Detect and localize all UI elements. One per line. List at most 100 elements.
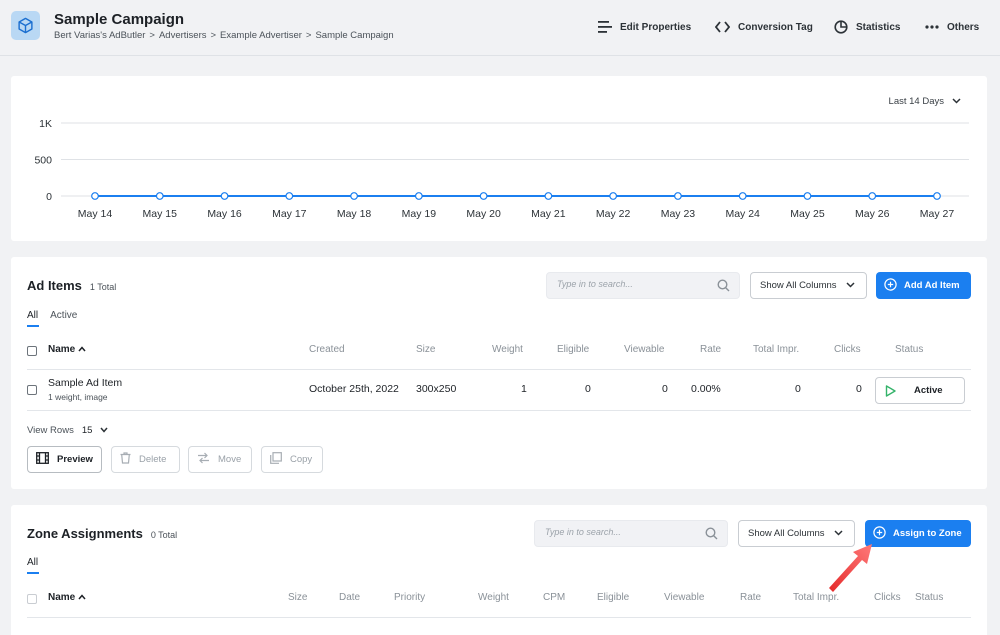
column-header-viewable[interactable]: Viewable (664, 592, 704, 603)
column-header-weight[interactable]: Weight (492, 344, 523, 355)
breadcrumb-item-advertiser[interactable]: Example Advertiser (220, 30, 302, 41)
data-point[interactable] (738, 192, 747, 200)
copy-label: Copy (290, 454, 313, 465)
breadcrumb-separator: > (210, 30, 217, 41)
preview-button[interactable]: Preview (27, 446, 102, 473)
column-header-weight[interactable]: Weight (478, 592, 509, 603)
breadcrumb-item-account[interactable]: Bert Varias's AdButler (54, 30, 145, 41)
add-ad-item-button[interactable]: Add Ad Item (876, 272, 971, 299)
column-header-priority[interactable]: Priority (394, 592, 425, 603)
data-point[interactable] (803, 192, 812, 200)
column-header-total-impr[interactable]: Total Impr. (793, 592, 839, 603)
x-tick-label: May 21 (531, 208, 566, 220)
copy-button[interactable]: Copy (261, 446, 323, 473)
column-header-cpm[interactable]: CPM (543, 592, 565, 603)
ad-items-tabs: All Active (27, 310, 77, 327)
ad-items-search-input[interactable] (557, 279, 707, 289)
edit-properties-button[interactable]: Edit Properties (598, 19, 691, 35)
tab-active[interactable]: Active (50, 310, 77, 321)
column-header-clicks[interactable]: Clicks (874, 592, 901, 603)
chevron-down-icon[interactable] (100, 425, 108, 436)
column-header-total-impr[interactable]: Total Impr. (753, 344, 799, 355)
column-header-name[interactable]: Name (48, 344, 86, 355)
tab-all[interactable]: All (27, 310, 40, 327)
data-point[interactable] (933, 192, 941, 200)
column-header-eligible[interactable]: Eligible (597, 592, 629, 603)
column-header-status[interactable]: Status (915, 592, 943, 603)
ad-items-card: Ad Items 1 Total Show All Columns Add Ad … (11, 257, 987, 489)
data-point[interactable] (609, 192, 618, 200)
x-tick-label: May 14 (78, 208, 113, 220)
others-label: Others (947, 21, 980, 33)
x-tick-label: May 24 (725, 208, 760, 220)
assign-to-zone-button[interactable]: Assign to Zone (865, 520, 971, 547)
add-ad-item-label: Add Ad Item (904, 280, 960, 291)
column-header-name[interactable]: Name (48, 592, 86, 603)
column-header-rate[interactable]: Rate (740, 592, 761, 603)
ad-items-heading: Ad Items (27, 278, 82, 293)
code-icon (715, 21, 730, 33)
status-toggle-button[interactable]: Active (875, 377, 965, 404)
zone-assignments-title: Zone Assignments 0 Total (27, 526, 177, 541)
campaign-cube-icon (11, 11, 40, 40)
column-header-date[interactable]: Date (339, 592, 360, 603)
statistics-button[interactable]: Statistics (834, 19, 900, 35)
ad-item-weight: 1 (521, 383, 527, 395)
film-icon (36, 452, 49, 467)
x-tick-label: May 22 (596, 208, 631, 220)
data-point[interactable] (479, 192, 488, 200)
plus-circle-icon (884, 277, 897, 294)
table-divider (27, 369, 971, 370)
ad-item-eligible: 0 (585, 383, 591, 395)
ad-items-title: Ad Items 1 Total (27, 278, 116, 293)
page-header: Sample Campaign Bert Varias's AdButler > A… (0, 0, 1000, 56)
others-button[interactable]: Others (925, 19, 979, 35)
column-header-status[interactable]: Status (895, 344, 923, 355)
x-tick-label: May 17 (272, 208, 307, 220)
show-all-columns-label: Show All Columns (748, 528, 825, 539)
column-header-size[interactable]: Size (288, 592, 307, 603)
data-point[interactable] (674, 192, 682, 200)
column-header-created[interactable]: Created (309, 344, 345, 355)
column-header-name-label: Name (48, 592, 76, 603)
view-rows-select[interactable]: 15 (82, 425, 93, 436)
move-button[interactable]: Move (188, 446, 252, 473)
data-point[interactable] (868, 192, 877, 200)
delete-label: Delete (139, 454, 167, 465)
list-icon (598, 21, 612, 33)
table-divider (27, 410, 971, 411)
column-header-eligible[interactable]: Eligible (557, 344, 589, 355)
zone-search (534, 520, 728, 547)
x-tick-label: May 18 (337, 208, 372, 220)
ad-item-size: 300x250 (416, 383, 457, 395)
column-header-size[interactable]: Size (416, 344, 435, 355)
column-header-clicks[interactable]: Clicks (834, 344, 861, 355)
column-header-viewable[interactable]: Viewable (624, 344, 664, 355)
data-point[interactable] (220, 192, 229, 200)
ad-item-total-impr: 0 (795, 383, 801, 395)
conversion-tag-button[interactable]: Conversion Tag (715, 19, 813, 35)
data-point[interactable] (414, 192, 423, 200)
y-tick-label: 1K (39, 118, 52, 130)
column-header-rate[interactable]: Rate (700, 344, 721, 355)
pie-chart-icon (834, 20, 848, 34)
page-title: Sample Campaign (54, 11, 185, 28)
data-point[interactable] (285, 192, 294, 200)
data-point[interactable] (91, 192, 99, 200)
row-checkbox[interactable] (27, 385, 37, 395)
search-icon (705, 527, 718, 545)
select-all-checkbox[interactable] (27, 346, 37, 356)
ad-item-name-link[interactable]: Sample Ad Item (48, 377, 122, 389)
copy-icon (270, 452, 282, 467)
data-point[interactable] (155, 192, 164, 200)
breadcrumb-item-advertisers[interactable]: Advertisers (159, 30, 207, 41)
data-point[interactable] (350, 192, 358, 200)
breadcrumb: Bert Varias's AdButler > Advertisers > Examp… (54, 30, 394, 41)
data-point[interactable] (544, 192, 553, 200)
tab-all[interactable]: All (27, 557, 40, 574)
zone-search-input[interactable] (545, 527, 695, 537)
select-all-checkbox[interactable] (27, 594, 37, 604)
delete-button[interactable]: Delete (111, 446, 180, 473)
x-tick-label: May 25 (790, 208, 825, 220)
show-all-columns-dropdown[interactable]: Show All Columns (750, 272, 867, 299)
